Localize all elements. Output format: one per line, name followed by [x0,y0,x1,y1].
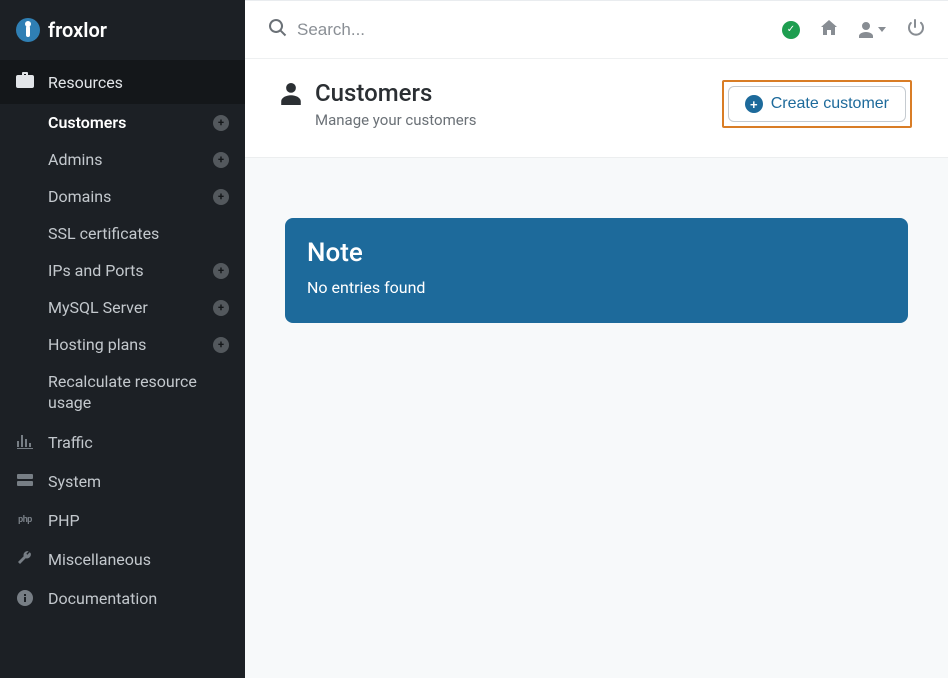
sidebar-section-resources[interactable]: Resources [0,60,245,104]
briefcase-icon [16,72,34,92]
sidebar-item-label: Recalculate resource usage [48,372,229,414]
sidebar-item-label: System [48,472,101,491]
sidebar-item-label: PHP [48,511,80,530]
sidebar-item-label: Traffic [48,433,93,452]
search-icon [269,19,287,41]
sidebar-item-label: Miscellaneous [48,550,151,569]
plus-circle-icon[interactable]: + [213,263,229,279]
brand-name: froxlor [48,18,107,42]
sidebar-item-admins[interactable]: Admins + [0,141,245,178]
sidebar-item-documentation[interactable]: Documentation [0,579,245,618]
sidebar-item-php[interactable]: php PHP [0,501,245,540]
plus-circle-icon[interactable]: + [213,300,229,316]
sidebar-item-system[interactable]: System [0,462,245,501]
sidebar-item-traffic[interactable]: Traffic [0,423,245,462]
topbar: ✓ [245,1,948,59]
page-title: Customers [315,79,477,107]
sidebar-item-recalculate[interactable]: Recalculate resource usage [0,363,245,423]
sidebar-item-label: SSL certificates [48,224,159,243]
user-icon [281,83,301,109]
sidebar-item-label: Hosting plans [48,335,146,354]
status-ok-icon[interactable]: ✓ [782,21,800,39]
main-area: ✓ Customers Manage your customers [245,0,948,678]
plus-circle-icon[interactable]: + [213,152,229,168]
wrench-logo-icon [16,18,40,42]
sidebar-item-label: Domains [48,187,111,206]
create-customer-label: Create customer [771,95,889,113]
note-title: Note [307,238,886,268]
page-content: Note No entries found [245,158,948,383]
plus-circle-icon[interactable]: + [213,337,229,353]
home-icon[interactable] [820,19,838,41]
sidebar-item-mysql-server[interactable]: MySQL Server + [0,289,245,326]
sidebar-item-label: Admins [48,150,102,169]
sidebar-item-customers[interactable]: Customers + [0,104,245,141]
plus-circle-icon[interactable]: + [213,189,229,205]
page-header: Customers Manage your customers + Create… [245,59,948,158]
info-icon [16,590,34,606]
note-box: Note No entries found [285,218,908,323]
sidebar-item-label: Documentation [48,589,157,608]
wrench-icon [16,551,34,567]
plus-circle-icon[interactable]: + [213,115,229,131]
plus-circle-icon: + [745,95,763,113]
search-wrap [269,19,768,41]
php-icon: php [16,515,34,525]
topbar-actions: ✓ [782,19,924,41]
sidebar-item-label: MySQL Server [48,298,148,317]
create-customer-button[interactable]: + Create customer [728,86,906,122]
note-message: No entries found [307,278,886,297]
sidebar-item-ssl-certificates[interactable]: SSL certificates [0,215,245,252]
create-customer-highlight: + Create customer [722,80,912,128]
sidebar-item-misc[interactable]: Miscellaneous [0,540,245,579]
page-subtitle: Manage your customers [315,111,477,129]
search-input[interactable] [297,20,768,40]
brand-logo[interactable]: froxlor [0,0,245,60]
sidebar-item-label: Customers [48,113,126,132]
sidebar-item-label: IPs and Ports [48,261,144,280]
sidebar-item-ips-ports[interactable]: IPs and Ports + [0,252,245,289]
sidebar: froxlor Resources Customers + Admins + D… [0,0,245,678]
sidebar-item-hosting-plans[interactable]: Hosting plans + [0,326,245,363]
sidebar-item-domains[interactable]: Domains + [0,178,245,215]
server-icon [16,474,34,488]
user-icon [858,22,874,38]
power-icon[interactable] [906,19,924,41]
sidebar-section-label: Resources [48,73,123,92]
chevron-down-icon [878,27,886,32]
chart-icon [16,435,34,449]
user-menu[interactable] [858,22,886,38]
